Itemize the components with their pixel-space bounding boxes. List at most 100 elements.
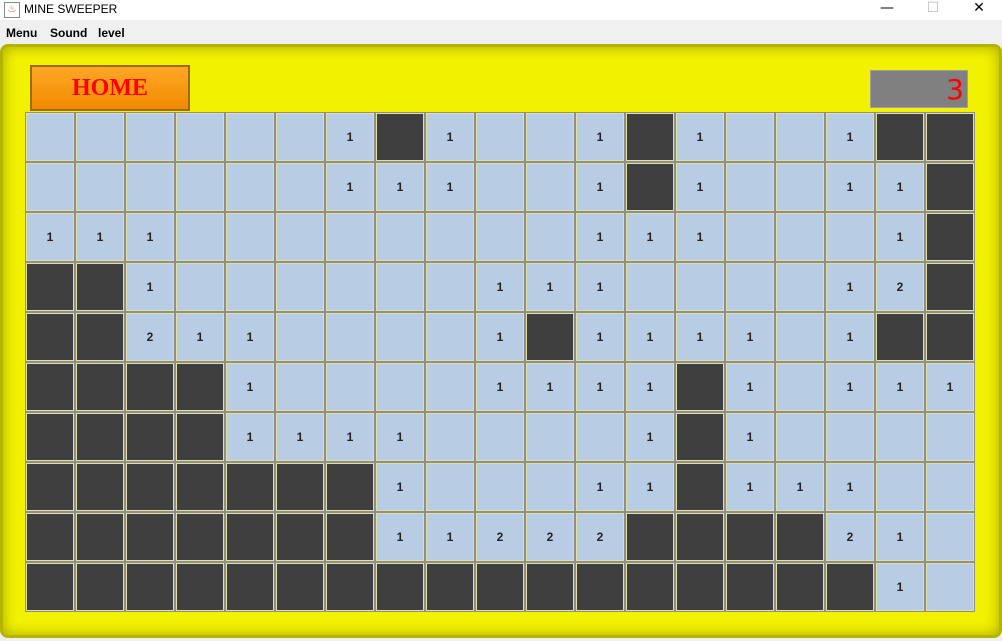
hidden-cell[interactable] <box>225 462 275 512</box>
hidden-cell[interactable] <box>275 462 325 512</box>
hidden-cell[interactable] <box>75 312 125 362</box>
hidden-cell[interactable] <box>525 312 575 362</box>
hidden-cell[interactable] <box>175 462 225 512</box>
hidden-cell[interactable] <box>425 562 475 612</box>
hidden-cell[interactable] <box>175 362 225 412</box>
revealed-cell <box>675 262 725 312</box>
hidden-cell[interactable] <box>275 562 325 612</box>
hidden-cell[interactable] <box>525 562 575 612</box>
revealed-cell <box>125 162 175 212</box>
revealed-cell <box>225 262 275 312</box>
hidden-cell[interactable] <box>125 412 175 462</box>
hidden-cell[interactable] <box>275 512 325 562</box>
hidden-cell[interactable] <box>925 112 975 162</box>
close-button[interactable]: ✕ <box>956 0 1002 20</box>
hidden-cell[interactable] <box>175 562 225 612</box>
hidden-cell[interactable] <box>25 462 75 512</box>
hidden-cell[interactable] <box>75 512 125 562</box>
hidden-cell[interactable] <box>775 562 825 612</box>
revealed-cell <box>225 212 275 262</box>
hidden-cell[interactable] <box>675 562 725 612</box>
revealed-cell: 1 <box>225 412 275 462</box>
hidden-cell[interactable] <box>575 562 625 612</box>
revealed-cell <box>475 462 525 512</box>
hidden-cell[interactable] <box>925 162 975 212</box>
menu-bar: Menu Sound level <box>0 24 1002 42</box>
hidden-cell[interactable] <box>725 512 775 562</box>
revealed-cell: 1 <box>575 362 625 412</box>
hidden-cell[interactable] <box>925 212 975 262</box>
hidden-cell[interactable] <box>225 562 275 612</box>
hidden-cell[interactable] <box>875 112 925 162</box>
revealed-cell <box>275 112 325 162</box>
hidden-cell[interactable] <box>175 512 225 562</box>
revealed-cell <box>625 262 675 312</box>
hidden-cell[interactable] <box>25 562 75 612</box>
revealed-cell: 1 <box>575 312 625 362</box>
revealed-cell: 1 <box>725 412 775 462</box>
hidden-cell[interactable] <box>775 512 825 562</box>
hidden-cell[interactable] <box>325 562 375 612</box>
hidden-cell[interactable] <box>125 462 175 512</box>
hidden-cell[interactable] <box>125 362 175 412</box>
hidden-cell[interactable] <box>625 562 675 612</box>
hidden-cell[interactable] <box>225 512 275 562</box>
maximize-button[interactable]: ☐ <box>910 0 956 20</box>
revealed-cell <box>375 362 425 412</box>
hidden-cell[interactable] <box>675 362 725 412</box>
hidden-cell[interactable] <box>75 562 125 612</box>
hidden-cell[interactable] <box>325 462 375 512</box>
revealed-cell <box>175 162 225 212</box>
revealed-cell <box>875 462 925 512</box>
hidden-cell[interactable] <box>925 312 975 362</box>
revealed-cell: 1 <box>675 212 725 262</box>
hidden-cell[interactable] <box>75 412 125 462</box>
hidden-cell[interactable] <box>25 362 75 412</box>
hidden-cell[interactable] <box>625 162 675 212</box>
hidden-cell[interactable] <box>25 412 75 462</box>
revealed-cell <box>525 162 575 212</box>
revealed-cell <box>325 362 375 412</box>
menu-menu[interactable]: Menu <box>6 26 37 40</box>
hidden-cell[interactable] <box>625 112 675 162</box>
hidden-cell[interactable] <box>725 562 775 612</box>
revealed-cell <box>375 312 425 362</box>
revealed-cell <box>775 112 825 162</box>
revealed-cell <box>775 262 825 312</box>
hidden-cell[interactable] <box>825 562 875 612</box>
revealed-cell <box>925 512 975 562</box>
revealed-cell <box>75 162 125 212</box>
hidden-cell[interactable] <box>375 112 425 162</box>
hidden-cell[interactable] <box>375 562 425 612</box>
hidden-cell[interactable] <box>25 262 75 312</box>
hidden-cell[interactable] <box>675 512 725 562</box>
revealed-cell: 1 <box>625 362 675 412</box>
revealed-cell <box>25 112 75 162</box>
revealed-cell <box>175 262 225 312</box>
hidden-cell[interactable] <box>475 562 525 612</box>
hidden-cell[interactable] <box>75 462 125 512</box>
hidden-cell[interactable] <box>675 412 725 462</box>
hidden-cell[interactable] <box>125 562 175 612</box>
minefield-board: 1111111111111111111111112211111111111111… <box>25 112 975 612</box>
hidden-cell[interactable] <box>175 412 225 462</box>
minimize-button[interactable]: — <box>864 0 910 20</box>
hidden-cell[interactable] <box>875 312 925 362</box>
revealed-cell: 1 <box>575 462 625 512</box>
hidden-cell[interactable] <box>325 512 375 562</box>
hidden-cell[interactable] <box>925 262 975 312</box>
hidden-cell[interactable] <box>75 262 125 312</box>
menu-sound[interactable]: Sound <box>50 26 87 40</box>
hidden-cell[interactable] <box>125 512 175 562</box>
hidden-cell[interactable] <box>75 362 125 412</box>
menu-level[interactable]: level <box>98 26 125 40</box>
revealed-cell: 1 <box>825 362 875 412</box>
hidden-cell[interactable] <box>25 312 75 362</box>
hidden-cell[interactable] <box>675 462 725 512</box>
hidden-cell[interactable] <box>625 512 675 562</box>
revealed-cell: 1 <box>875 162 925 212</box>
hidden-cell[interactable] <box>25 512 75 562</box>
revealed-cell: 1 <box>375 512 425 562</box>
window-title: MINE SWEEPER <box>24 2 118 16</box>
home-button[interactable]: HOME <box>30 65 190 111</box>
